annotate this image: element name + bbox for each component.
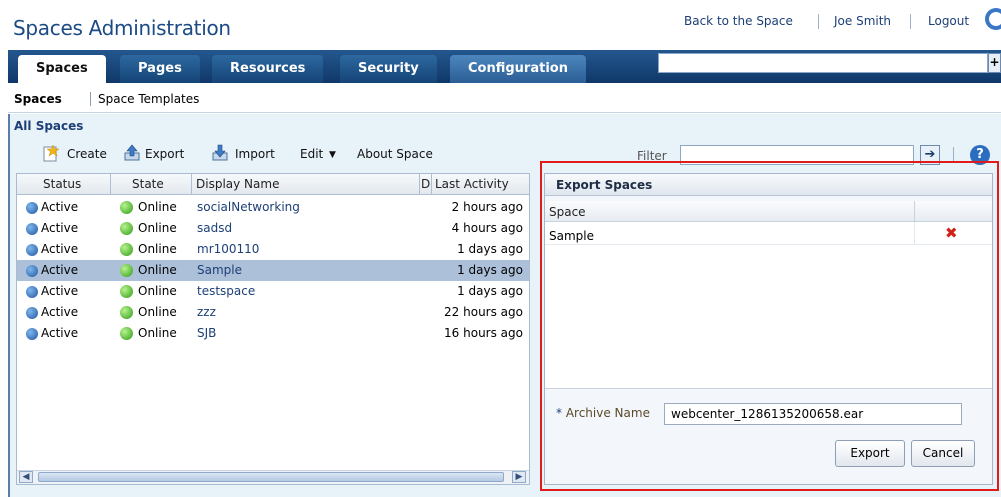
column-divider <box>419 174 420 195</box>
app-title: Spaces Administration <box>13 16 231 40</box>
subnav-separator <box>90 92 91 106</box>
online-status-icon <box>120 285 133 298</box>
scroll-left-icon[interactable]: ◀ <box>19 471 33 483</box>
online-status-icon <box>120 327 133 340</box>
space-name-link[interactable]: socialNetworking <box>197 200 300 214</box>
create-icon[interactable] <box>42 144 60 162</box>
column-state[interactable]: State <box>132 177 164 191</box>
table-row[interactable]: Active Online mr100110 1 days ago <box>17 239 529 260</box>
table-row[interactable]: Active Online testspace 1 days ago <box>17 281 529 302</box>
logout-link[interactable]: Logout <box>928 14 969 28</box>
column-divider <box>431 174 432 195</box>
last-activity-cell: 16 hours ago <box>444 326 523 340</box>
last-activity-cell: 4 hours ago <box>451 221 523 235</box>
edit-menu[interactable]: Edit <box>300 147 323 161</box>
last-activity-cell: 1 days ago <box>457 263 523 277</box>
subnav-spaces[interactable]: Spaces <box>14 92 62 106</box>
online-status-icon <box>120 264 133 277</box>
status-cell: Active <box>41 242 79 256</box>
last-activity-cell: 2 hours ago <box>451 200 523 214</box>
space-name-link[interactable]: zzz <box>197 305 216 319</box>
last-activity-cell: 1 days ago <box>457 242 523 256</box>
export-button[interactable]: Export <box>145 147 184 161</box>
globe-icon <box>26 265 38 277</box>
table-row[interactable]: Active Online socialNetworking 2 hours a… <box>17 197 529 218</box>
column-display-name[interactable]: Display Name <box>196 177 279 191</box>
table-row-selected[interactable]: Active Online Sample 1 days ago <box>17 260 529 281</box>
column-last-activity[interactable]: Last Activity <box>435 177 509 191</box>
export-icon[interactable] <box>123 144 141 162</box>
tab-security[interactable]: Security <box>340 55 437 83</box>
online-status-icon <box>120 222 133 235</box>
highlight-frame <box>540 161 999 491</box>
space-name-link[interactable]: SJB <box>197 326 216 340</box>
header-separator <box>818 14 819 29</box>
header-separator <box>910 14 911 29</box>
globe-icon <box>26 286 38 298</box>
status-cell: Active <box>41 284 79 298</box>
state-cell: Online <box>138 263 177 277</box>
import-icon[interactable] <box>211 144 229 162</box>
globe-icon <box>26 328 38 340</box>
state-cell: Online <box>138 284 177 298</box>
state-cell: Online <box>138 326 177 340</box>
import-button[interactable]: Import <box>235 147 275 161</box>
user-name-link[interactable]: Joe Smith <box>834 14 891 28</box>
tab-configuration[interactable]: Configuration <box>450 55 586 83</box>
state-cell: Online <box>138 221 177 235</box>
online-status-icon <box>120 201 133 214</box>
back-to-space-link[interactable]: Back to the Space <box>684 14 793 28</box>
state-cell: Online <box>138 200 177 214</box>
column-status[interactable]: Status <box>43 177 81 191</box>
column-description[interactable]: De <box>421 177 431 191</box>
column-divider <box>110 174 111 195</box>
chevron-down-icon[interactable]: ▼ <box>329 150 336 160</box>
scroll-right-icon[interactable]: ▶ <box>512 471 526 483</box>
tab-resources[interactable]: Resources <box>212 55 324 83</box>
globe-icon <box>26 307 38 319</box>
webcenter-logo-icon <box>985 8 1001 30</box>
last-activity-cell: 1 days ago <box>457 284 523 298</box>
status-cell: Active <box>41 326 79 340</box>
last-activity-cell: 22 hours ago <box>444 305 523 319</box>
tab-pages[interactable]: Pages <box>120 55 200 83</box>
status-cell: Active <box>41 221 79 235</box>
space-name-link[interactable]: testspace <box>197 284 255 298</box>
scrollbar-thumb[interactable] <box>38 472 504 482</box>
search-go-icon[interactable]: + <box>988 53 1001 73</box>
online-status-icon <box>120 243 133 256</box>
table-row[interactable]: Active Online SJB 16 hours ago <box>17 323 529 344</box>
status-cell: Active <box>41 305 79 319</box>
about-space-button[interactable]: About Space <box>357 147 433 161</box>
column-divider <box>191 174 192 195</box>
state-cell: Online <box>138 305 177 319</box>
globe-icon <box>26 223 38 235</box>
table-row[interactable]: Active Online zzz 22 hours ago <box>17 302 529 323</box>
space-name-link[interactable]: sadsd <box>197 221 232 235</box>
create-button[interactable]: Create <box>67 147 107 161</box>
status-cell: Active <box>41 200 79 214</box>
tab-spaces[interactable]: Spaces <box>18 55 106 83</box>
table-row[interactable]: Active Online sadsd 4 hours ago <box>17 218 529 239</box>
globe-icon <box>26 244 38 256</box>
state-cell: Online <box>138 242 177 256</box>
subnav-space-templates[interactable]: Space Templates <box>98 92 199 106</box>
space-name-link[interactable]: Sample <box>197 263 242 277</box>
space-name-link[interactable]: mr100110 <box>197 242 259 256</box>
section-title: All Spaces <box>14 119 84 133</box>
globe-icon <box>26 202 38 214</box>
status-cell: Active <box>41 263 79 277</box>
online-status-icon <box>120 306 133 319</box>
global-search-input[interactable] <box>658 53 988 73</box>
